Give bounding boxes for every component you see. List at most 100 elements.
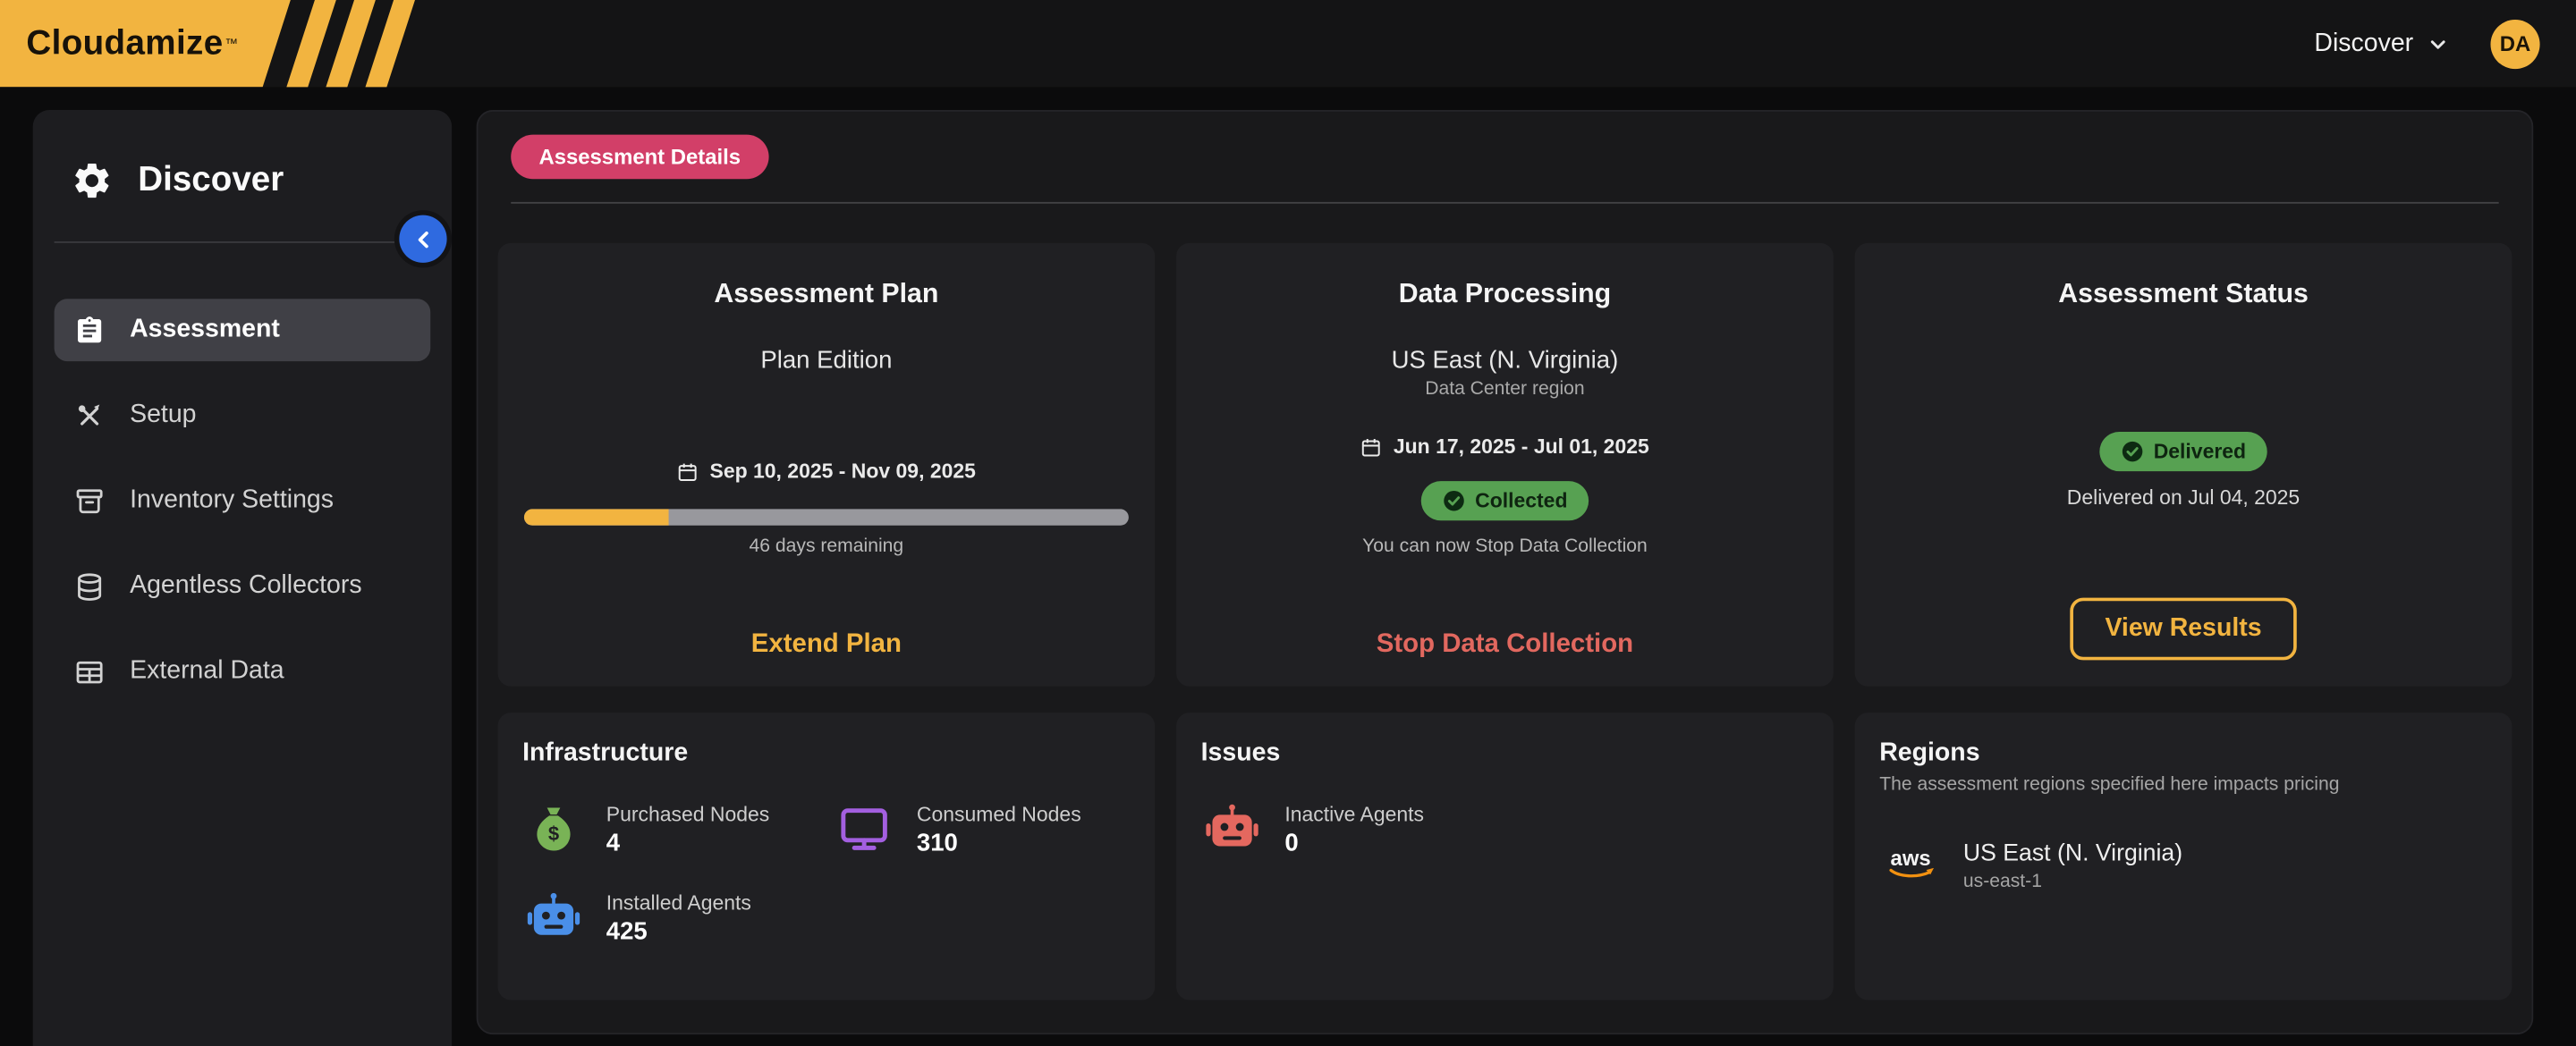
issues-stats: Inactive Agents 0 <box>1201 798 1809 861</box>
date-range-text: Jun 17, 2025 - Jul 01, 2025 <box>1394 435 1649 459</box>
avatar[interactable]: DA <box>2490 19 2539 68</box>
stat-text: Inactive Agents 0 <box>1284 802 1424 856</box>
issues-card: Issues <box>1176 713 1834 1000</box>
section-divider <box>511 202 2498 204</box>
stat-text: Installed Agents 425 <box>606 890 751 945</box>
region-code: us-east-1 <box>1963 871 2182 890</box>
stat-label: Consumed Nodes <box>917 802 1081 825</box>
stat-purchased-nodes: $ Purchased Nodes 4 <box>522 798 819 861</box>
data-processing-card: Data Processing US East (N. Virginia) Da… <box>1176 243 1834 687</box>
svg-text:$: $ <box>548 822 559 845</box>
logo-plate: Cloudamize ™ <box>0 0 291 87</box>
delivered-status-badge: Delivered <box>2099 432 2267 471</box>
sidebar-nav: Assessment Setup Inventory Set <box>55 299 431 703</box>
regions-card: Regions The assessment regions specified… <box>1855 713 2512 1000</box>
aws-icon: aws <box>1879 834 1942 897</box>
sidebar: Discover Assessment Setup <box>33 110 452 1046</box>
monitor-icon <box>833 798 895 861</box>
stat-label: Purchased Nodes <box>606 802 770 825</box>
app-switcher-dropdown[interactable]: Discover <box>2314 29 2447 58</box>
region-entry-text: US East (N. Virginia) us-east-1 <box>1963 839 2182 890</box>
table-icon <box>74 656 106 687</box>
tools-icon <box>74 400 106 431</box>
view-results-button[interactable]: View Results <box>2071 598 2296 661</box>
plan-progress-fill <box>524 509 669 525</box>
collected-status-badge: Collected <box>1421 481 1589 520</box>
region-name: US East (N. Virginia) <box>1963 839 2182 865</box>
plan-date-range: Sep 10, 2025 - Nov 09, 2025 <box>677 460 976 483</box>
stat-label: Inactive Agents <box>1284 802 1424 825</box>
card-title: Assessment Status <box>2058 279 2309 310</box>
data-date-range: Jun 17, 2025 - Jul 01, 2025 <box>1360 435 1649 459</box>
stat-value: 310 <box>917 829 1081 856</box>
gear-icon <box>71 159 114 202</box>
logo-stripe <box>365 0 415 87</box>
sidebar-header: Discover <box>55 110 431 243</box>
logo-stripes <box>301 0 401 87</box>
logo-trademark: ™ <box>225 36 238 51</box>
calendar-icon <box>677 460 699 482</box>
extend-plan-link[interactable]: Extend Plan <box>751 630 902 660</box>
sidebar-title: Discover <box>138 161 284 200</box>
top-bar: Cloudamize ™ Discover DA <box>0 0 2576 87</box>
sidebar-item-external-data[interactable]: External Data <box>55 640 431 703</box>
assessment-plan-card: Assessment Plan Plan Edition Sep 10, 202… <box>498 243 1156 687</box>
main-panel: Assessment Details Assessment Plan Plan … <box>477 110 2534 1034</box>
plan-progress-bar <box>524 509 1129 525</box>
card-title: Infrastructure <box>522 739 1131 769</box>
status-badge-label: Collected <box>1475 489 1567 512</box>
calendar-icon <box>1360 436 1382 458</box>
card-title: Data Processing <box>1399 279 1612 310</box>
sidebar-item-label: Agentless Collectors <box>130 571 362 601</box>
date-range-text: Sep 10, 2025 - Nov 09, 2025 <box>710 460 976 483</box>
card-title: Issues <box>1201 739 1809 769</box>
header-right: Discover DA <box>2314 19 2539 68</box>
bottom-cards-row: Infrastructure $ Purchased Nodes <box>498 713 2512 1000</box>
plan-edition: Plan Edition <box>760 347 892 375</box>
money-bag-icon: $ <box>522 798 585 861</box>
stat-text: Purchased Nodes 4 <box>606 802 770 856</box>
stat-installed-agents: Installed Agents 425 <box>522 887 819 949</box>
data-collection-hint: You can now Stop Data Collection <box>1362 537 1648 557</box>
stat-value: 0 <box>1284 829 1424 856</box>
archive-icon <box>74 485 106 517</box>
sidebar-item-label: Setup <box>130 401 196 430</box>
cloudamize-logo[interactable]: Cloudamize ™ <box>0 0 401 87</box>
status-badge-label: Delivered <box>2154 440 2246 463</box>
sidebar-item-assessment[interactable]: Assessment <box>55 299 431 361</box>
delivered-on-text: Delivered on Jul 04, 2025 <box>2067 486 2300 510</box>
sidebar-item-label: Assessment <box>130 316 280 345</box>
logo-stripe <box>326 0 376 87</box>
sidebar-collapse-button[interactable] <box>399 215 446 263</box>
robot-icon <box>522 887 585 949</box>
sidebar-item-agentless-collectors[interactable]: Agentless Collectors <box>55 555 431 618</box>
assessment-details-badge: Assessment Details <box>511 135 768 180</box>
data-region-caption: Data Center region <box>1425 379 1584 399</box>
app-switcher-label: Discover <box>2314 29 2413 58</box>
card-title: Assessment Plan <box>714 279 938 310</box>
regions-caption: The assessment regions specified here im… <box>1879 775 2487 795</box>
robot-icon <box>1201 798 1264 861</box>
logo-stripe <box>286 0 336 87</box>
chevron-left-icon <box>410 226 436 252</box>
check-circle-icon <box>2121 440 2144 463</box>
days-remaining: 46 days remaining <box>750 537 904 557</box>
sidebar-item-inventory-settings[interactable]: Inventory Settings <box>55 469 431 532</box>
chevron-down-icon <box>2428 34 2448 54</box>
top-cards-row: Assessment Plan Plan Edition Sep 10, 202… <box>498 243 2512 687</box>
stat-inactive-agents: Inactive Agents 0 <box>1201 798 1498 861</box>
data-region: US East (N. Virginia) <box>1392 347 1619 375</box>
stat-consumed-nodes: Consumed Nodes 310 <box>833 798 1130 861</box>
stat-label: Installed Agents <box>606 890 751 914</box>
svg-text:aws: aws <box>1891 847 1931 871</box>
logo-text: Cloudamize <box>26 24 223 63</box>
stat-value: 4 <box>606 829 770 856</box>
clipboard-icon <box>74 315 106 346</box>
stat-value: 425 <box>606 917 751 945</box>
region-entry: aws US East (N. Virginia) us-east-1 <box>1879 834 2487 897</box>
database-icon <box>74 570 106 602</box>
stop-data-collection-link[interactable]: Stop Data Collection <box>1377 630 1633 660</box>
sidebar-item-setup[interactable]: Setup <box>55 384 431 447</box>
app-root: Cloudamize ™ Discover DA Discover <box>0 0 2576 1046</box>
sidebar-item-label: External Data <box>130 657 284 687</box>
